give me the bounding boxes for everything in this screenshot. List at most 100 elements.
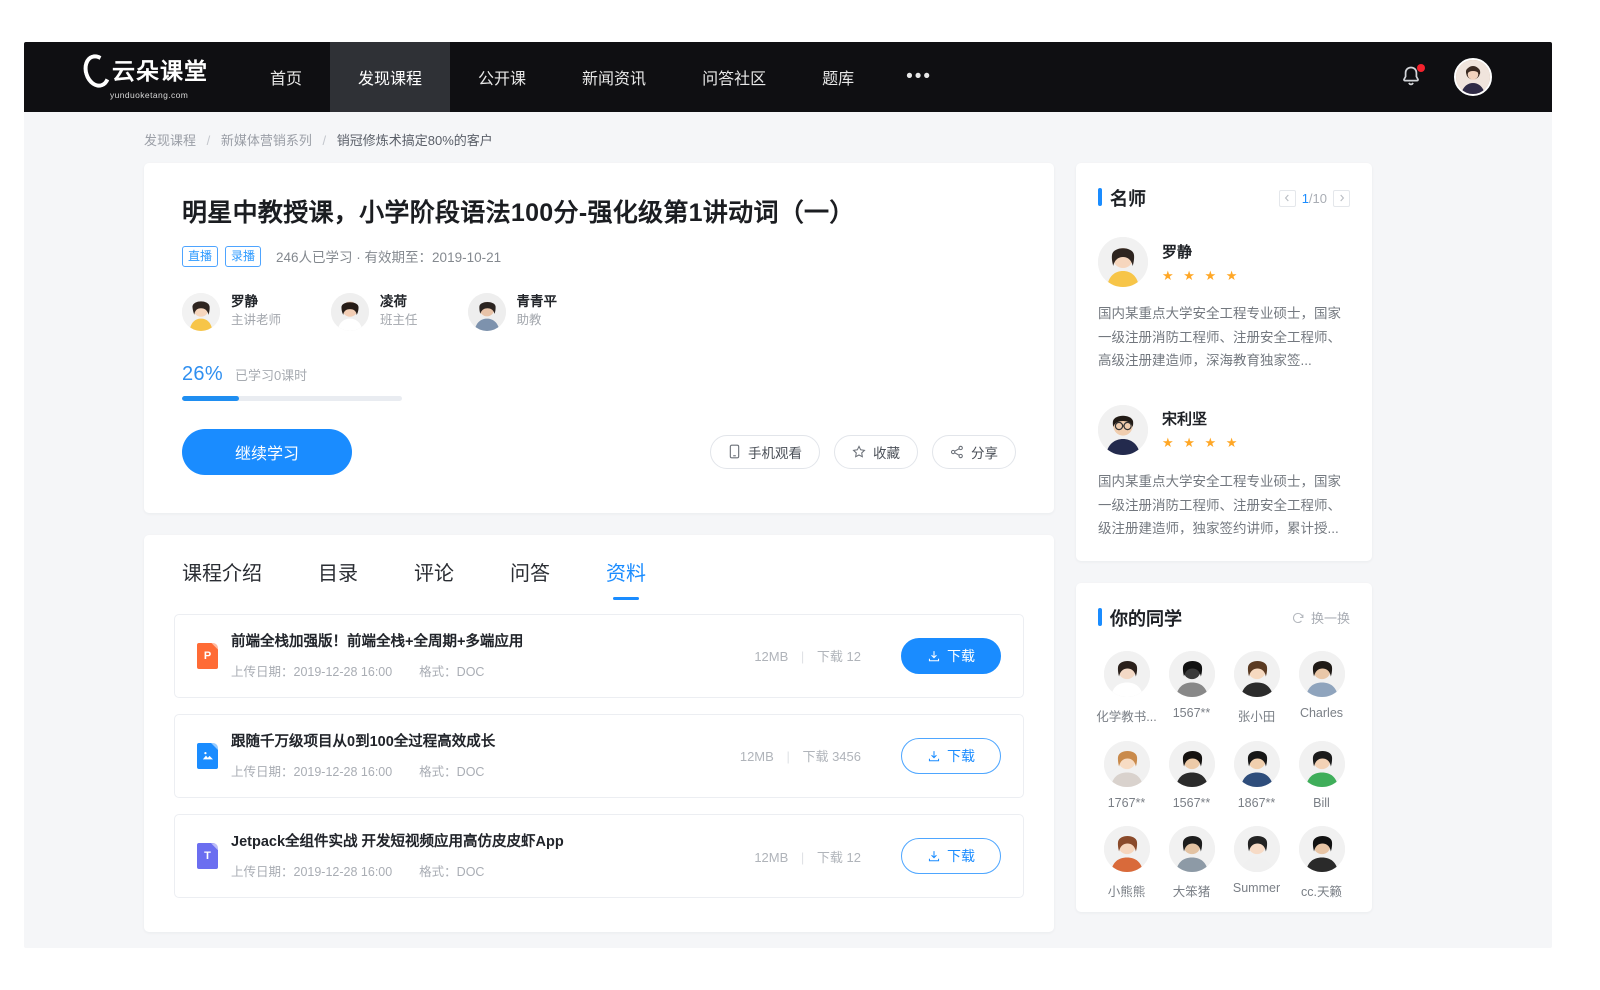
nav-item-discover-courses[interactable]: 发现课程 — [330, 42, 450, 112]
tab-catalog[interactable]: 目录 — [318, 557, 358, 600]
pager-current: 1 — [1302, 191, 1309, 206]
classmate-name: 1767** — [1108, 796, 1146, 810]
classmate-item[interactable]: Summer — [1224, 826, 1289, 900]
nav-item-home[interactable]: 首页 — [242, 42, 330, 112]
classmate-item[interactable]: 1567** — [1159, 651, 1224, 725]
avatar — [1234, 826, 1280, 872]
classmate-name: 1867** — [1238, 796, 1276, 810]
avatar — [468, 293, 506, 331]
avatar — [331, 293, 369, 331]
avatar-image — [1169, 826, 1215, 872]
breadcrumb-item-2[interactable]: 新媒体营销系列 — [221, 133, 312, 148]
avatar — [1104, 741, 1150, 787]
stats-divider: | — [786, 749, 789, 764]
pager-prev-button[interactable] — [1279, 190, 1296, 207]
mobile-watch-button[interactable]: 手机观看 — [710, 435, 820, 469]
teacher-name: 宋利坚 — [1162, 408, 1240, 429]
avatar-image — [1234, 651, 1280, 697]
avatar-image — [1299, 651, 1345, 697]
teacher-item[interactable]: 凌荷 班主任 — [331, 293, 418, 331]
sidebar-column: 名师 1/10 — [1076, 163, 1372, 912]
avatar-image — [331, 293, 369, 331]
file-name: Jetpack全组件实战 开发短视频应用高仿皮皮虾App — [231, 832, 754, 852]
pager-indicator: 1/10 — [1302, 191, 1327, 206]
famous-teachers-title: 名师 — [1098, 185, 1146, 211]
avatar — [1169, 651, 1215, 697]
classmate-item[interactable]: 化学教书... — [1094, 651, 1159, 725]
classmate-item[interactable]: 1867** — [1224, 741, 1289, 810]
user-avatar[interactable] — [1454, 58, 1492, 96]
classmate-name: 小熊熊 — [1108, 881, 1146, 900]
file-stats: 12MB | 下载 12 — [754, 646, 861, 665]
nav-item-question-bank[interactable]: 题库 — [794, 42, 882, 112]
tab-materials[interactable]: 资料 — [606, 557, 646, 600]
browser-viewport: 云朵课堂 yunduoketang.com 首页 发现课程 公开课 新闻资讯 问… — [24, 42, 1552, 948]
top-navigation-bar: 云朵课堂 yunduoketang.com 首页 发现课程 公开课 新闻资讯 问… — [24, 42, 1552, 112]
two-column-layout: 明星中教授课，小学阶段语法100分-强化级第1讲动词（一） 直播 录播 246人… — [24, 163, 1552, 932]
continue-learning-button[interactable]: 继续学习 — [182, 429, 352, 475]
list-item[interactable]: P 前端全栈加强版！前端全栈+全周期+多端应用 上传日期：2019-12-28 … — [174, 614, 1024, 698]
chevron-left-icon — [1284, 194, 1290, 202]
share-icon — [950, 445, 964, 459]
nav-item-news[interactable]: 新闻资讯 — [554, 42, 674, 112]
list-item[interactable]: 罗静 ★ ★ ★ ★ 国内某重点大学安全工程专业硕士，国家一级注册消防工程师、注… — [1098, 221, 1350, 373]
classmate-item[interactable]: 1767** — [1094, 741, 1159, 810]
file-icon-letter: P — [204, 650, 211, 662]
refresh-label: 换一换 — [1311, 608, 1350, 627]
avatar — [1234, 741, 1280, 787]
classmate-item[interactable]: 1567** — [1159, 741, 1224, 810]
classmate-item[interactable]: Bill — [1289, 741, 1354, 810]
progress-learned-label: 已学习0课时 — [235, 365, 307, 384]
file-stats: 12MB | 下载 12 — [754, 847, 861, 866]
classmate-item[interactable]: cc.天籁 — [1289, 826, 1354, 900]
course-actions-row: 继续学习 手机观看 — [182, 429, 1016, 475]
logo-text: 云朵课堂 — [112, 60, 208, 83]
teacher-role: 助教 — [517, 312, 558, 330]
favorite-button[interactable]: 收藏 — [834, 435, 918, 469]
classmate-item[interactable]: 张小田 — [1224, 651, 1289, 725]
file-upload-date: 上传日期：2019-12-28 16:00 — [231, 665, 392, 679]
refresh-classmates-button[interactable]: 换一换 — [1291, 608, 1350, 627]
avatar — [1234, 651, 1280, 697]
classmate-item[interactable]: 小熊熊 — [1094, 826, 1159, 900]
teacher-item[interactable]: 罗静 主讲老师 — [182, 293, 281, 331]
nav-item-open-class[interactable]: 公开课 — [450, 42, 554, 112]
materials-list: P 前端全栈加强版！前端全栈+全周期+多端应用 上传日期：2019-12-28 … — [144, 600, 1054, 899]
file-type-icon: T — [197, 843, 218, 869]
tag-recorded: 录播 — [225, 246, 261, 267]
download-button[interactable]: 下载 — [901, 738, 1001, 774]
classmate-name: 1567** — [1173, 706, 1211, 720]
file-downloads: 下载 12 — [817, 649, 861, 664]
download-button[interactable]: 下载 — [901, 838, 1001, 874]
teachers-pager: 1/10 — [1279, 190, 1350, 207]
tab-qa[interactable]: 问答 — [510, 557, 550, 600]
share-button[interactable]: 分享 — [932, 435, 1016, 469]
notification-bell-button[interactable] — [1398, 64, 1424, 90]
file-upload-date: 上传日期：2019-12-28 16:00 — [231, 765, 392, 779]
image-icon — [202, 750, 214, 761]
pager-next-button[interactable] — [1333, 190, 1350, 207]
tag-live: 直播 — [182, 246, 218, 267]
avatar — [1098, 405, 1148, 455]
file-format: 格式：DOC — [419, 865, 484, 879]
avatar — [1104, 826, 1150, 872]
nav-more-icon[interactable]: ••• — [882, 42, 956, 112]
download-button[interactable]: 下载 — [901, 638, 1001, 674]
nav-item-qa-community[interactable]: 问答社区 — [674, 42, 794, 112]
share-label: 分享 — [971, 442, 998, 462]
tab-course-intro[interactable]: 课程介绍 — [182, 557, 262, 600]
avatar — [1299, 741, 1345, 787]
screen-root: 云朵课堂 yunduoketang.com 首页 发现课程 公开课 新闻资讯 问… — [0, 0, 1600, 990]
classmate-item[interactable]: Charles — [1289, 651, 1354, 725]
classmate-item[interactable]: 大笨猪 — [1159, 826, 1224, 900]
file-upload-date: 上传日期：2019-12-28 16:00 — [231, 865, 392, 879]
breadcrumb-item-1[interactable]: 发现课程 — [144, 133, 196, 148]
list-item[interactable]: 宋利坚 ★ ★ ★ ★ 国内某重点大学安全工程专业硕士，国家一级注册消防工程师、… — [1098, 389, 1350, 541]
progress-bar-fill — [182, 396, 239, 401]
tab-comments[interactable]: 评论 — [414, 557, 454, 600]
site-logo[interactable]: 云朵课堂 yunduoketang.com — [24, 42, 242, 112]
list-item[interactable]: T Jetpack全组件实战 开发短视频应用高仿皮皮虾App 上传日期：2019… — [174, 814, 1024, 898]
nav-right-group — [1398, 42, 1552, 112]
list-item[interactable]: 跟随千万级项目从0到100全过程高效成长 上传日期：2019-12-28 16:… — [174, 714, 1024, 798]
teacher-item[interactable]: 青青平 助教 — [468, 293, 558, 331]
